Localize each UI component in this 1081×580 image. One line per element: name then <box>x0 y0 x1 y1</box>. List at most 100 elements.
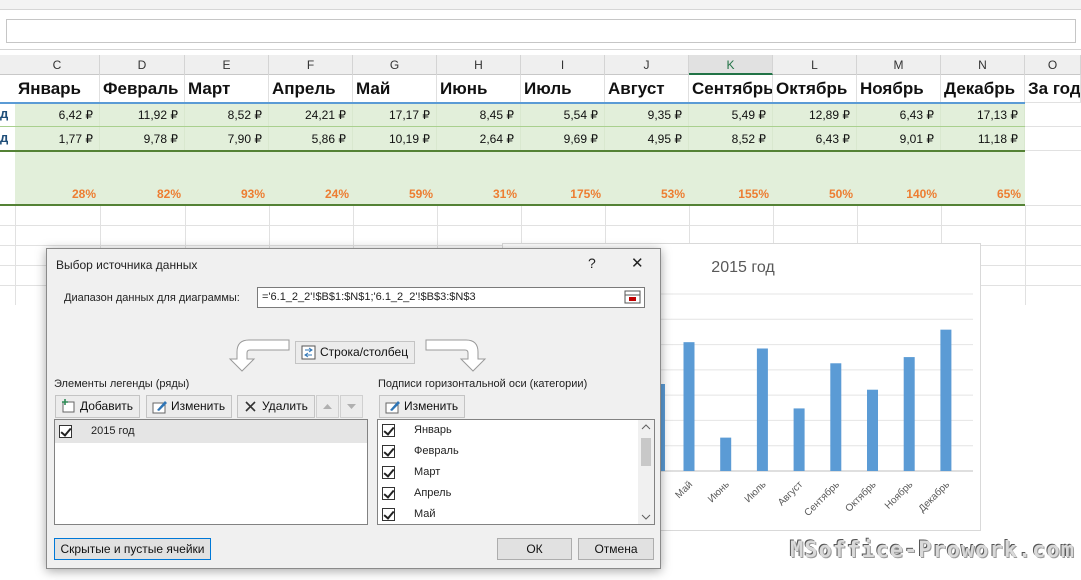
value-cell[interactable]: 6,43 ₽ <box>857 103 941 127</box>
column-header-k[interactable]: K <box>689 55 773 75</box>
percent-cell[interactable]: 175% <box>521 184 605 204</box>
percent-cell[interactable]: 31% <box>437 184 521 204</box>
percent-cell[interactable]: 65% <box>941 184 1025 204</box>
cancel-button[interactable]: Отмена <box>578 538 654 560</box>
chart-bar[interactable] <box>720 437 732 471</box>
value-cell[interactable]: 8,52 ₽ <box>185 103 269 127</box>
chart-bar[interactable] <box>940 329 952 471</box>
percent-cell[interactable]: 140% <box>857 184 941 204</box>
help-button[interactable]: ? <box>588 255 596 271</box>
column-header-i[interactable]: I <box>521 55 605 75</box>
series-item[interactable]: 2015 год <box>55 420 367 443</box>
month-header[interactable]: Июль <box>521 75 605 102</box>
percent-cell[interactable]: 59% <box>353 184 437 204</box>
percent-cell[interactable]: 53% <box>605 184 689 204</box>
collapse-dialog-icon[interactable] <box>624 289 642 306</box>
value-cell[interactable]: 5,49 ₽ <box>689 103 773 127</box>
edit-axis-button[interactable]: Изменить <box>379 395 466 418</box>
axis-item[interactable]: Март <box>378 462 636 483</box>
hidden-empty-cells-button[interactable]: Скрытые и пустые ячейки <box>54 538 211 560</box>
edit-series-button[interactable]: Изменить <box>146 395 233 418</box>
switch-row-column-button[interactable]: Строка/столбец <box>295 341 416 364</box>
value-cell[interactable]: 6,43 ₽ <box>773 127 857 151</box>
value-cell[interactable]: 5,86 ₽ <box>269 127 353 151</box>
percent-cell[interactable]: 93% <box>185 184 269 204</box>
value-cell[interactable]: 8,45 ₽ <box>437 103 521 127</box>
column-header-j[interactable]: J <box>605 55 689 75</box>
series-list[interactable]: 2015 год <box>54 419 368 525</box>
chart-bar[interactable] <box>793 408 805 471</box>
value-cell[interactable]: 8,52 ₽ <box>689 127 773 151</box>
value-cell[interactable]: 1,77 ₽ <box>15 127 100 151</box>
column-header-h[interactable]: H <box>437 55 521 75</box>
move-down-button[interactable] <box>340 395 363 418</box>
value-cell[interactable]: 24,21 ₽ <box>269 103 353 127</box>
month-header[interactable]: Ноябрь <box>857 75 941 102</box>
chart-bar[interactable] <box>903 357 915 471</box>
column-header-e[interactable]: E <box>185 55 269 75</box>
value-cell[interactable]: 12,89 ₽ <box>773 103 857 127</box>
column-header-n[interactable]: N <box>941 55 1025 75</box>
value-cell[interactable]: 9,69 ₽ <box>521 127 605 151</box>
value-cell[interactable]: 17,17 ₽ <box>353 103 437 127</box>
month-header[interactable]: Сентябрь <box>689 75 773 102</box>
value-cell[interactable]: 9,78 ₽ <box>100 127 185 151</box>
value-cell[interactable]: 2,64 ₽ <box>437 127 521 151</box>
percent-cell[interactable]: 82% <box>100 184 185 204</box>
value-cell[interactable]: 9,35 ₽ <box>605 103 689 127</box>
axis-item-checkbox[interactable] <box>382 424 395 437</box>
column-header-l[interactable]: L <box>773 55 857 75</box>
delete-series-button[interactable]: Удалить <box>237 395 315 418</box>
column-header-g[interactable]: G <box>353 55 437 75</box>
value-cell[interactable]: 11,18 ₽ <box>941 127 1025 151</box>
axis-item-checkbox[interactable] <box>382 466 395 479</box>
axis-item-checkbox[interactable] <box>382 508 395 521</box>
axis-item[interactable]: Май <box>378 504 636 524</box>
value-cell[interactable]: 10,19 ₽ <box>353 127 437 151</box>
month-header[interactable]: Июнь <box>437 75 521 102</box>
value-cell[interactable]: 9,01 ₽ <box>857 127 941 151</box>
move-up-button[interactable] <box>316 395 339 418</box>
formula-input[interactable] <box>6 19 1076 43</box>
value-cell[interactable]: 11,92 ₽ <box>100 103 185 127</box>
percent-cell[interactable]: 28% <box>15 184 100 204</box>
column-header-o[interactable]: O <box>1025 55 1081 75</box>
month-header[interactable]: Май <box>353 75 437 102</box>
column-header-d[interactable]: D <box>100 55 185 75</box>
percent-cell[interactable]: 50% <box>773 184 857 204</box>
axis-item[interactable]: Январь <box>378 420 636 441</box>
scrollbar[interactable] <box>638 420 654 524</box>
month-header[interactable]: Апрель <box>269 75 353 102</box>
add-series-button[interactable]: Добавить <box>55 395 141 418</box>
month-header[interactable]: Март <box>185 75 269 102</box>
range-input[interactable]: ='6.1_2_2'!$B$1:$N$1;'6.1_2_2'!$B$3:$N$3 <box>257 287 645 308</box>
value-cell[interactable]: 5,54 ₽ <box>521 103 605 127</box>
column-header-m[interactable]: M <box>857 55 941 75</box>
axis-item[interactable]: Апрель <box>378 483 636 504</box>
value-cell[interactable]: 6,42 ₽ <box>15 103 100 127</box>
chart-bar[interactable] <box>867 389 878 471</box>
value-cell[interactable]: 17,13 ₽ <box>941 103 1025 127</box>
ok-button[interactable]: ОК <box>497 538 572 560</box>
column-header-c[interactable]: C <box>15 55 100 75</box>
month-header[interactable]: Август <box>605 75 689 102</box>
axis-item-checkbox[interactable] <box>382 487 395 500</box>
chart-bar[interactable] <box>756 348 768 471</box>
month-header[interactable]: Февраль <box>100 75 185 102</box>
month-header[interactable]: Декабрь <box>941 75 1025 102</box>
percent-cell[interactable]: 155% <box>689 184 773 204</box>
axis-item[interactable]: Февраль <box>378 441 636 462</box>
close-button[interactable]: ✕ <box>631 254 644 272</box>
month-header[interactable]: Январь <box>15 75 100 102</box>
percent-cell[interactable]: 24% <box>269 184 353 204</box>
month-header[interactable]: За год <box>1025 75 1081 102</box>
month-header[interactable]: Октябрь <box>773 75 857 102</box>
axis-item-checkbox[interactable] <box>382 445 395 458</box>
value-cell[interactable]: 4,95 ₽ <box>605 127 689 151</box>
chart-bar[interactable] <box>683 342 695 471</box>
axis-categories-list[interactable]: Январь Февраль Март Апрель Май <box>377 419 655 525</box>
chart-bar[interactable] <box>830 363 842 471</box>
value-cell[interactable]: 7,90 ₽ <box>185 127 269 151</box>
column-header-f[interactable]: F <box>269 55 353 75</box>
series-checkbox[interactable] <box>59 425 72 438</box>
